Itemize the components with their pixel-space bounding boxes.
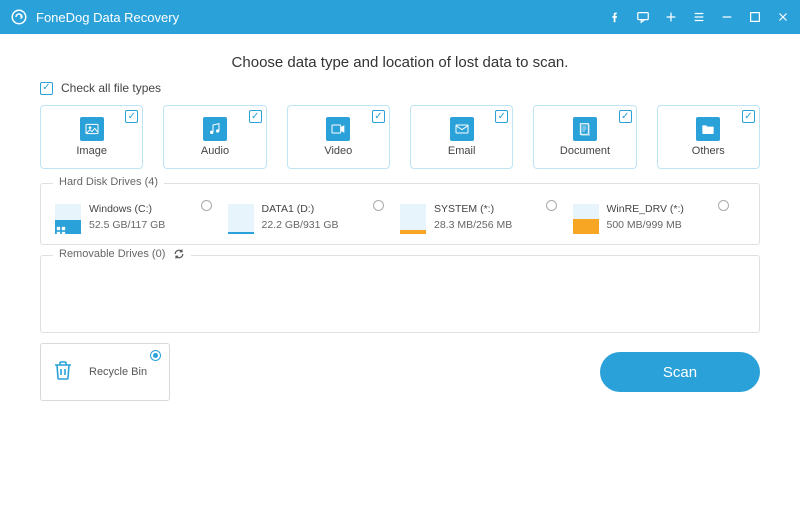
page-heading: Choose data type and location of lost da… — [40, 54, 760, 71]
plus-icon[interactable] — [664, 10, 678, 24]
removable-section: Removable Drives (0) — [40, 255, 760, 333]
audio-icon — [203, 117, 227, 141]
filetype-label: Email — [448, 145, 476, 157]
drive-icon — [55, 202, 81, 234]
drive-radio[interactable] — [201, 200, 212, 211]
others-icon — [696, 117, 720, 141]
filetype-card-image[interactable]: Image — [40, 105, 143, 169]
email-icon — [450, 117, 474, 141]
titlebar-controls — [608, 10, 790, 24]
drive-radio[interactable] — [718, 200, 729, 211]
filetype-card-document[interactable]: Document — [533, 105, 636, 169]
app-logo-icon — [10, 8, 28, 26]
hard-disk-section: Hard Disk Drives (4) Windows (C:)52.5 GB… — [40, 183, 760, 245]
removable-title: Removable Drives (0) — [53, 248, 191, 260]
filetype-card-video[interactable]: Video — [287, 105, 390, 169]
video-icon — [326, 117, 350, 141]
filetype-label: Video — [324, 145, 352, 157]
filetype-checkbox-document[interactable] — [619, 110, 632, 123]
drive-icon — [573, 202, 599, 234]
filetype-checkbox-audio[interactable] — [249, 110, 262, 123]
menu-icon[interactable] — [692, 10, 706, 24]
filetype-checkbox-email[interactable] — [495, 110, 508, 123]
drive-name: Windows (C:) — [89, 202, 165, 218]
filetype-label: Others — [692, 145, 725, 157]
app-title: FoneDog Data Recovery — [36, 10, 608, 25]
scan-button[interactable]: Scan — [600, 352, 760, 392]
filetype-checkbox-others[interactable] — [742, 110, 755, 123]
drive-item[interactable]: WinRE_DRV (*:)500 MB/999 MB — [573, 202, 746, 234]
filetype-card-email[interactable]: Email — [410, 105, 513, 169]
drive-icon — [400, 202, 426, 234]
close-icon[interactable] — [776, 10, 790, 24]
hard-disk-title: Hard Disk Drives (4) — [53, 176, 164, 188]
drive-radio[interactable] — [373, 200, 384, 211]
drive-name: SYSTEM (*:) — [434, 202, 512, 218]
removable-title-text: Removable Drives (0) — [59, 248, 165, 260]
drive-radio[interactable] — [546, 200, 557, 211]
check-all-row[interactable]: Check all file types — [40, 81, 760, 95]
drive-size: 28.3 MB/256 MB — [434, 218, 512, 234]
drive-item[interactable]: Windows (C:)52.5 GB/117 GB — [55, 202, 228, 234]
check-all-label: Check all file types — [61, 81, 161, 95]
drive-item[interactable]: DATA1 (D:)22.2 GB/931 GB — [228, 202, 401, 234]
drive-info: WinRE_DRV (*:)500 MB/999 MB — [607, 202, 684, 234]
drive-icon — [228, 202, 254, 234]
filetype-label: Audio — [201, 145, 229, 157]
drive-info: SYSTEM (*:)28.3 MB/256 MB — [434, 202, 512, 234]
drive-size: 22.2 GB/931 GB — [262, 218, 339, 234]
recycle-bin-label: Recycle Bin — [89, 366, 147, 378]
filetype-label: Image — [76, 145, 107, 157]
drive-name: DATA1 (D:) — [262, 202, 339, 218]
trash-icon — [51, 358, 79, 386]
filetype-label: Document — [560, 145, 610, 157]
minimize-icon[interactable] — [720, 10, 734, 24]
check-all-checkbox[interactable] — [40, 82, 53, 95]
filetype-card-audio[interactable]: Audio — [163, 105, 266, 169]
image-icon — [80, 117, 104, 141]
drive-name: WinRE_DRV (*:) — [607, 202, 684, 218]
drive-size: 52.5 GB/117 GB — [89, 218, 165, 234]
drive-item[interactable]: SYSTEM (*:)28.3 MB/256 MB — [400, 202, 573, 234]
filetype-checkbox-video[interactable] — [372, 110, 385, 123]
drive-info: Windows (C:)52.5 GB/117 GB — [89, 202, 165, 234]
document-icon — [573, 117, 597, 141]
drive-info: DATA1 (D:)22.2 GB/931 GB — [262, 202, 339, 234]
filetype-card-others[interactable]: Others — [657, 105, 760, 169]
filetype-checkbox-image[interactable] — [125, 110, 138, 123]
refresh-icon[interactable] — [173, 248, 185, 260]
share-facebook-icon[interactable] — [608, 10, 622, 24]
recycle-bin-card[interactable]: Recycle Bin — [40, 343, 170, 401]
recycle-bin-radio[interactable] — [150, 350, 161, 361]
titlebar: FoneDog Data Recovery — [0, 0, 800, 34]
drives-grid: Windows (C:)52.5 GB/117 GB DATA1 (D:)22.2… — [55, 202, 745, 234]
windows-flag-icon — [56, 223, 66, 233]
drive-size: 500 MB/999 MB — [607, 218, 684, 234]
feedback-icon[interactable] — [636, 10, 650, 24]
maximize-icon[interactable] — [748, 10, 762, 24]
filetype-grid: Image Audio Video Email Document Others — [40, 105, 760, 169]
